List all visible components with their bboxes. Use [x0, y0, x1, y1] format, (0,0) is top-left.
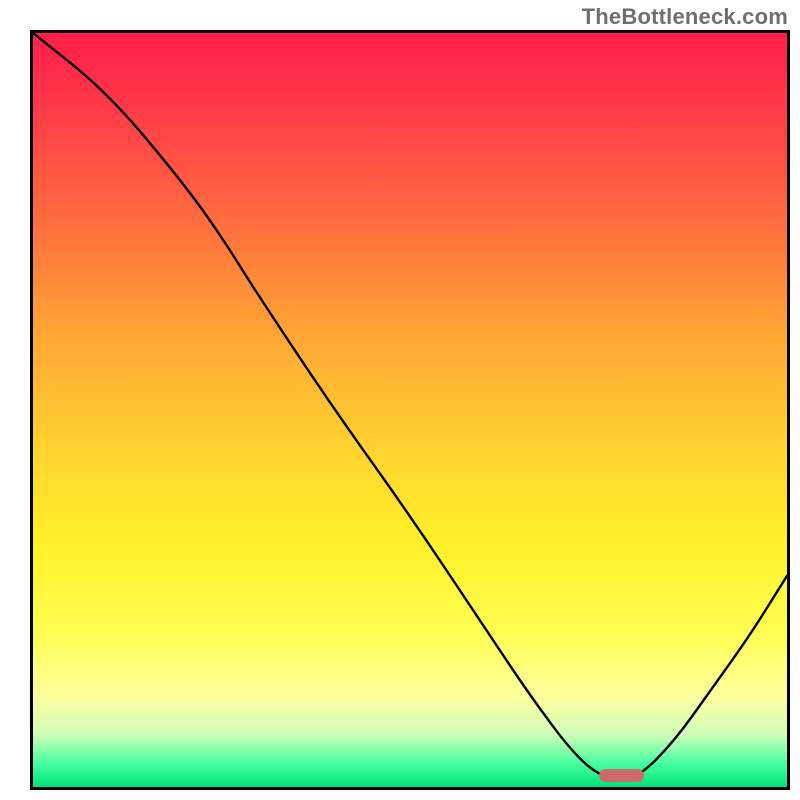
watermark-text: TheBottleneck.com [582, 4, 788, 30]
bottleneck-curve [33, 33, 787, 787]
optimal-marker [599, 769, 644, 783]
chart-frame: TheBottleneck.com [0, 0, 800, 800]
plot-area [30, 30, 790, 790]
